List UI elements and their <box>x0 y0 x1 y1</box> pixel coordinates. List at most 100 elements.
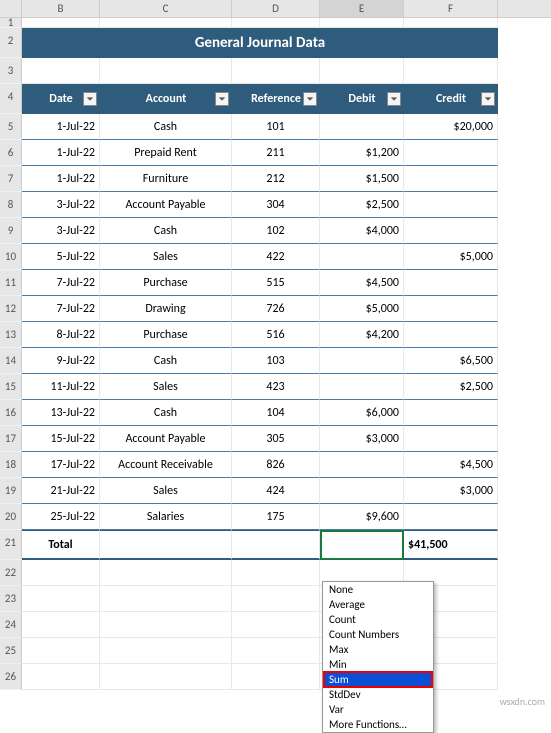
row-header-18[interactable]: 18 <box>0 452 22 478</box>
row-header-16[interactable]: 16 <box>0 400 22 426</box>
row-header-22[interactable]: 22 <box>0 560 22 586</box>
table-row[interactable] <box>404 270 498 296</box>
row-header-13[interactable]: 13 <box>0 322 22 348</box>
table-row[interactable] <box>404 322 498 348</box>
header-account[interactable]: Account <box>100 84 232 114</box>
table-row[interactable]: Furniture <box>100 166 232 192</box>
table-row[interactable] <box>404 426 498 452</box>
menu-item-stddev[interactable]: StdDev <box>323 687 433 702</box>
row-header-21[interactable]: 21 <box>0 530 22 560</box>
row-header-7[interactable]: 7 <box>0 166 22 192</box>
header-credit[interactable]: Credit <box>404 84 498 114</box>
table-row[interactable]: 1-Jul-22 <box>22 166 100 192</box>
table-row[interactable]: $5,000 <box>404 244 498 270</box>
table-row[interactable]: 5-Jul-22 <box>22 244 100 270</box>
row-header-23[interactable]: 23 <box>0 586 22 612</box>
table-row[interactable]: 211 <box>232 140 320 166</box>
filter-icon[interactable] <box>481 92 495 106</box>
table-row[interactable]: Cash <box>100 348 232 374</box>
row-header-9[interactable]: 9 <box>0 218 22 244</box>
table-row[interactable]: 422 <box>232 244 320 270</box>
row-header-17[interactable]: 17 <box>0 426 22 452</box>
table-row[interactable]: $6,500 <box>404 348 498 374</box>
table-row[interactable]: 25-Jul-22 <box>22 504 100 530</box>
table-row[interactable]: $20,000 <box>404 114 498 140</box>
table-row[interactable]: 3-Jul-22 <box>22 192 100 218</box>
row-header-3[interactable]: 3 <box>0 58 22 84</box>
table-row[interactable]: 175 <box>232 504 320 530</box>
table-row[interactable]: 13-Jul-22 <box>22 400 100 426</box>
table-row[interactable] <box>320 478 404 504</box>
menu-item-average[interactable]: Average <box>323 597 433 612</box>
header-date[interactable]: Date <box>22 84 100 114</box>
select-all-corner[interactable] <box>0 0 22 17</box>
filter-icon[interactable] <box>83 92 97 106</box>
table-row[interactable]: 726 <box>232 296 320 322</box>
table-row[interactable]: $4,000 <box>320 218 404 244</box>
table-row[interactable]: Drawing <box>100 296 232 322</box>
table-row[interactable] <box>404 166 498 192</box>
filter-icon[interactable] <box>303 92 317 106</box>
row-header-4[interactable]: 4 <box>0 84 22 114</box>
total-account[interactable] <box>100 530 232 560</box>
table-row[interactable]: $1,200 <box>320 140 404 166</box>
table-row[interactable]: Prepaid Rent <box>100 140 232 166</box>
table-row[interactable]: Purchase <box>100 270 232 296</box>
table-row[interactable]: Account Payable <box>100 426 232 452</box>
table-row[interactable]: Cash <box>100 400 232 426</box>
table-row[interactable]: 423 <box>232 374 320 400</box>
table-row[interactable]: $4,200 <box>320 322 404 348</box>
table-row[interactable]: 101 <box>232 114 320 140</box>
row-header-6[interactable]: 6 <box>0 140 22 166</box>
row-header-19[interactable]: 19 <box>0 478 22 504</box>
table-row[interactable]: Salaries <box>100 504 232 530</box>
table-row[interactable] <box>404 504 498 530</box>
header-reference[interactable]: Reference <box>232 84 320 114</box>
table-row[interactable]: $3,000 <box>404 478 498 504</box>
table-row[interactable]: 515 <box>232 270 320 296</box>
table-row[interactable]: Cash <box>100 218 232 244</box>
table-row[interactable]: $1,500 <box>320 166 404 192</box>
menu-item-sum[interactable]: Sum <box>323 671 433 688</box>
table-row[interactable]: Sales <box>100 244 232 270</box>
menu-item-max[interactable]: Max <box>323 642 433 657</box>
table-row[interactable]: Sales <box>100 374 232 400</box>
table-row[interactable]: $2,500 <box>404 374 498 400</box>
menu-item-count-numbers[interactable]: Count Numbers <box>323 627 433 642</box>
table-row[interactable]: 17-Jul-22 <box>22 452 100 478</box>
col-header-B[interactable]: B <box>22 0 100 17</box>
table-row[interactable]: $4,500 <box>320 270 404 296</box>
table-row[interactable]: $5,000 <box>320 296 404 322</box>
row-header-20[interactable]: 20 <box>0 504 22 530</box>
menu-item-none[interactable]: None <box>323 582 433 597</box>
row-header-5[interactable]: 5 <box>0 114 22 140</box>
table-row[interactable]: 304 <box>232 192 320 218</box>
table-row[interactable] <box>320 244 404 270</box>
table-row[interactable]: 826 <box>232 452 320 478</box>
table-row[interactable]: $4,500 <box>404 452 498 478</box>
table-row[interactable] <box>404 296 498 322</box>
table-row[interactable]: 424 <box>232 478 320 504</box>
col-header-D[interactable]: D <box>232 0 320 17</box>
row-header-25[interactable]: 25 <box>0 638 22 664</box>
table-row[interactable] <box>404 400 498 426</box>
total-reference[interactable] <box>232 530 320 560</box>
table-row[interactable]: $9,600 <box>320 504 404 530</box>
table-row[interactable]: 104 <box>232 400 320 426</box>
table-row[interactable]: 1-Jul-22 <box>22 140 100 166</box>
header-debit[interactable]: Debit <box>320 84 404 114</box>
total-debit-cell[interactable] <box>320 530 404 560</box>
col-header-C[interactable]: C <box>100 0 232 17</box>
table-row[interactable]: Sales <box>100 478 232 504</box>
row-header-12[interactable]: 12 <box>0 296 22 322</box>
table-row[interactable]: 3-Jul-22 <box>22 218 100 244</box>
table-row[interactable]: 102 <box>232 218 320 244</box>
table-row[interactable]: $3,000 <box>320 426 404 452</box>
col-header-E[interactable]: E <box>320 0 404 17</box>
table-row[interactable] <box>404 140 498 166</box>
table-row[interactable] <box>404 192 498 218</box>
row-header-10[interactable]: 10 <box>0 244 22 270</box>
table-row[interactable]: 8-Jul-22 <box>22 322 100 348</box>
table-row[interactable]: $2,500 <box>320 192 404 218</box>
menu-item-count[interactable]: Count <box>323 612 433 627</box>
